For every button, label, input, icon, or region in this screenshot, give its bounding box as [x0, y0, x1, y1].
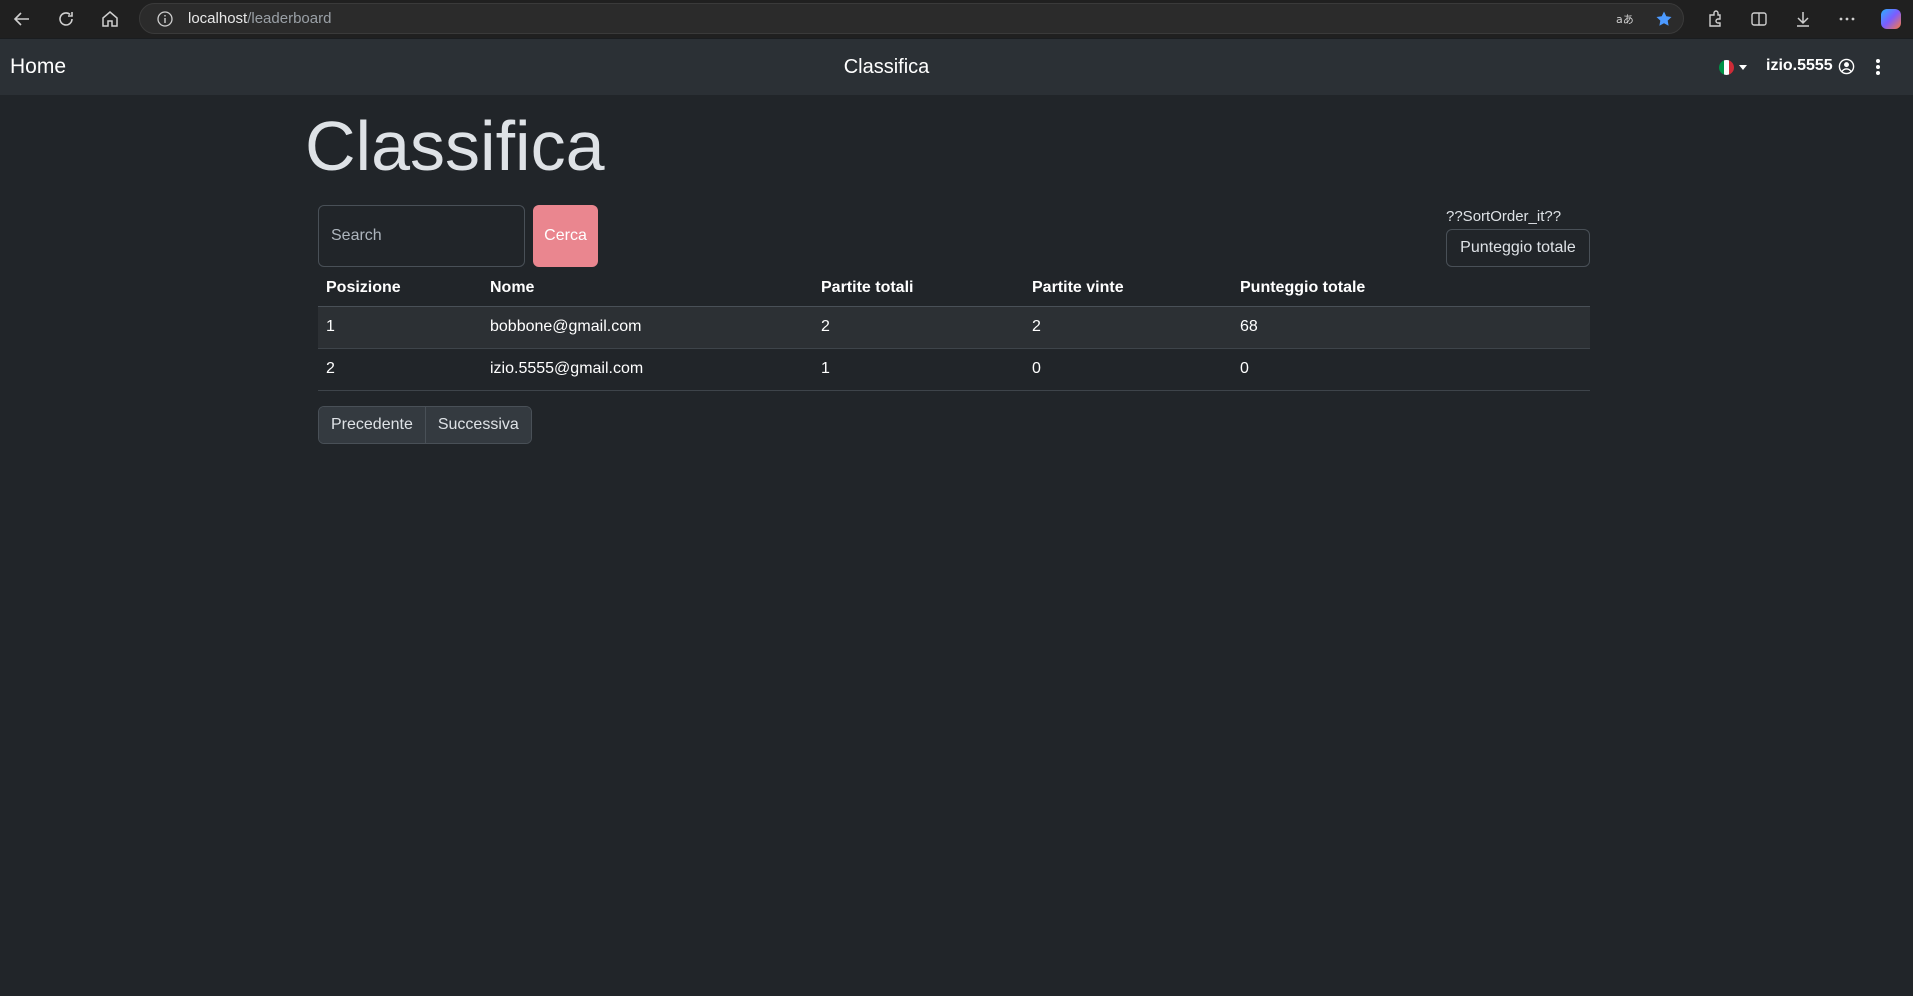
kebab-menu-icon[interactable] [1872, 57, 1884, 77]
reload-icon[interactable] [44, 0, 88, 38]
cell-name: izio.5555@gmail.com [482, 348, 813, 391]
site-info-icon[interactable] [156, 10, 174, 28]
leaderboard-table: Posizione Nome Partite totali Partite vi… [318, 270, 1590, 391]
app-navbar: Home Classifica izio.5555 [0, 38, 1913, 95]
cell-total-score: 68 [1232, 306, 1590, 349]
url-path: /leaderboard [247, 10, 332, 27]
svg-text:aあ: aあ [1616, 13, 1633, 26]
previous-page-button[interactable]: Precedente [319, 407, 425, 443]
copilot-icon[interactable] [1869, 0, 1913, 38]
header-position: Posizione [318, 270, 482, 307]
cell-total-games: 2 [813, 306, 1024, 349]
user-menu[interactable]: izio.5555 [1766, 57, 1855, 75]
cell-name: bobbone@gmail.com [482, 306, 813, 349]
search-button[interactable]: Cerca [533, 205, 598, 267]
home-icon[interactable] [88, 0, 132, 38]
favorite-star-icon[interactable] [1655, 10, 1673, 28]
download-icon[interactable] [1781, 0, 1825, 38]
navbar-title: Classifica [843, 56, 930, 78]
sort-order-dropdown[interactable]: Punteggio totale [1446, 229, 1590, 267]
address-bar-actions: aあ [1615, 4, 1673, 33]
cell-total-games: 1 [813, 348, 1024, 391]
table-header-row: Posizione Nome Partite totali Partite vi… [318, 270, 1590, 307]
table-row: 2 izio.5555@gmail.com 1 0 0 [318, 348, 1590, 391]
split-screen-icon[interactable] [1737, 0, 1781, 38]
header-total-games: Partite totali [813, 270, 1024, 307]
more-options-icon[interactable] [1825, 0, 1869, 38]
cell-position: 2 [318, 348, 482, 391]
translate-icon[interactable]: aあ [1615, 10, 1633, 28]
browser-toolbar: localhost/leaderboard aあ [0, 0, 1913, 38]
sort-order-label: ??SortOrder_it?? [1446, 208, 1562, 225]
header-total-score: Punteggio totale [1232, 270, 1590, 307]
flag-italy-icon [1719, 60, 1734, 75]
username: izio.5555 [1766, 57, 1833, 74]
pagination: Precedente Successiva [318, 406, 532, 444]
browser-actions [1693, 0, 1913, 38]
table-row: 1 bobbone@gmail.com 2 2 68 [318, 306, 1590, 349]
extensions-icon[interactable] [1693, 0, 1737, 38]
cell-games-won: 0 [1024, 348, 1232, 391]
page-title: Classifica [305, 107, 605, 185]
cell-position: 1 [318, 306, 482, 349]
back-icon[interactable] [0, 0, 44, 38]
url-text: localhost/leaderboard [188, 10, 331, 27]
language-dropdown[interactable] [1719, 60, 1747, 75]
address-bar[interactable]: localhost/leaderboard aあ [139, 3, 1684, 34]
user-circle-icon [1838, 58, 1854, 74]
next-page-button[interactable]: Successiva [424, 407, 531, 443]
caret-down-icon [1739, 65, 1747, 70]
header-games-won: Partite vinte [1024, 270, 1232, 307]
cell-total-score: 0 [1232, 348, 1590, 391]
cell-games-won: 2 [1024, 306, 1232, 349]
header-name: Nome [482, 270, 813, 307]
search-input[interactable] [318, 205, 525, 267]
url-host: localhost [188, 10, 248, 27]
